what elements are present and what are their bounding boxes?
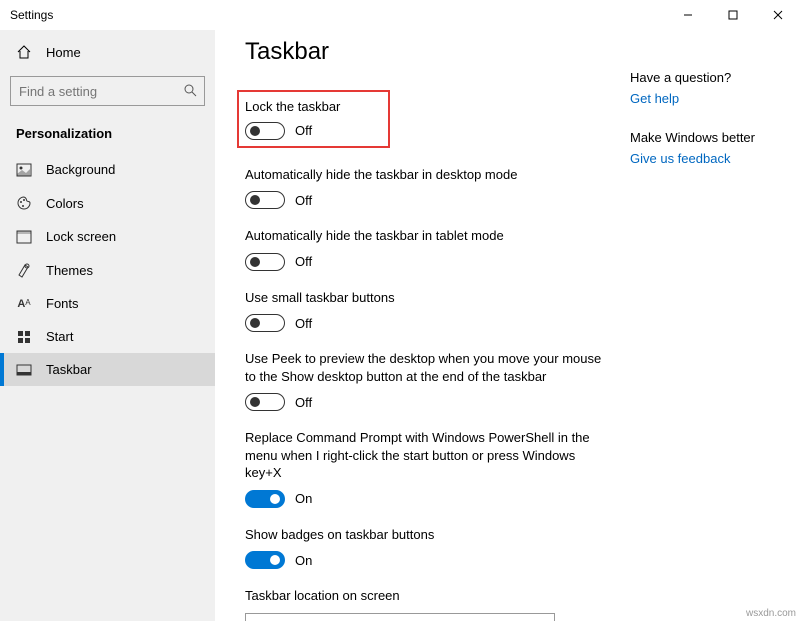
toggle-small-buttons[interactable] (245, 314, 285, 332)
themes-icon (16, 262, 32, 278)
toggle-peek[interactable] (245, 393, 285, 411)
sidebar-item-start[interactable]: Start (0, 320, 215, 353)
sidebar-item-themes[interactable]: Themes (0, 253, 215, 287)
setting-label-small-buttons: Use small taskbar buttons (245, 289, 605, 307)
toggle-state: Off (295, 316, 312, 331)
rp-question-header: Have a question? (630, 70, 770, 85)
sidebar-item-label: Themes (46, 263, 93, 278)
toggle-state: Off (295, 395, 312, 410)
toggle-powershell[interactable] (245, 490, 285, 508)
sidebar-item-label: Taskbar (46, 362, 92, 377)
sidebar-item-background[interactable]: Background (0, 153, 215, 186)
search-icon (183, 83, 197, 100)
home-nav[interactable]: Home (0, 36, 215, 68)
rp-feedback-header: Make Windows better (630, 130, 770, 145)
sidebar-item-label: Start (46, 329, 73, 344)
search-input[interactable] (10, 76, 205, 106)
sidebar-item-lockscreen[interactable]: Lock screen (0, 220, 215, 253)
window-title: Settings (10, 8, 53, 22)
select-taskbar-location[interactable]: Bottom ⌄ (245, 613, 555, 621)
toggle-state: Off (295, 123, 312, 138)
sidebar-item-label: Background (46, 162, 115, 177)
toggle-state: Off (295, 254, 312, 269)
titlebar: Settings (0, 0, 800, 30)
minimize-button[interactable] (665, 0, 710, 30)
watermark: wsxdn.com (746, 608, 796, 619)
setting-label-peek: Use Peek to preview the desktop when you… (245, 350, 605, 385)
sidebar-item-label: Colors (46, 196, 84, 211)
setting-label-badges: Show badges on taskbar buttons (245, 526, 605, 544)
maximize-button[interactable] (710, 0, 755, 30)
setting-label-autohide-desktop: Automatically hide the taskbar in deskto… (245, 166, 605, 184)
toggle-state: Off (295, 193, 312, 208)
toggle-badges[interactable] (245, 551, 285, 569)
start-icon (16, 330, 32, 344)
sidebar-item-taskbar[interactable]: Taskbar (0, 353, 215, 386)
toggle-lock[interactable] (245, 122, 285, 140)
sidebar: Home Personalization Background Colors L… (0, 30, 215, 621)
sidebar-item-fonts[interactable]: AA Fonts (0, 287, 215, 320)
home-label: Home (46, 45, 81, 60)
highlight-box: Lock the taskbar Off (237, 90, 390, 148)
setting-label-powershell: Replace Command Prompt with Windows Powe… (245, 429, 605, 482)
toggle-autohide-tablet[interactable] (245, 253, 285, 271)
toggle-state: On (295, 491, 312, 506)
page-title: Taskbar (245, 38, 630, 66)
window-controls (665, 0, 800, 30)
taskbar-icon (16, 364, 32, 376)
sidebar-item-label: Fonts (46, 296, 79, 311)
picture-icon (16, 163, 32, 177)
right-pane: Have a question? Get help Make Windows b… (630, 70, 770, 190)
close-button[interactable] (755, 0, 800, 30)
get-help-link[interactable]: Get help (630, 91, 770, 106)
category-header: Personalization (0, 120, 215, 153)
setting-label-autohide-tablet: Automatically hide the taskbar in tablet… (245, 227, 605, 245)
sidebar-item-colors[interactable]: Colors (0, 186, 215, 220)
toggle-autohide-desktop[interactable] (245, 191, 285, 209)
fonts-icon: AA (16, 298, 32, 310)
setting-label-location: Taskbar location on screen (245, 587, 605, 605)
feedback-link[interactable]: Give us feedback (630, 151, 770, 166)
palette-icon (16, 195, 32, 211)
search-wrap (10, 76, 205, 106)
lockscreen-icon (16, 230, 32, 244)
setting-label-lock: Lock the taskbar (245, 98, 340, 116)
sidebar-item-label: Lock screen (46, 229, 116, 244)
toggle-state: On (295, 553, 312, 568)
home-icon (16, 44, 32, 60)
